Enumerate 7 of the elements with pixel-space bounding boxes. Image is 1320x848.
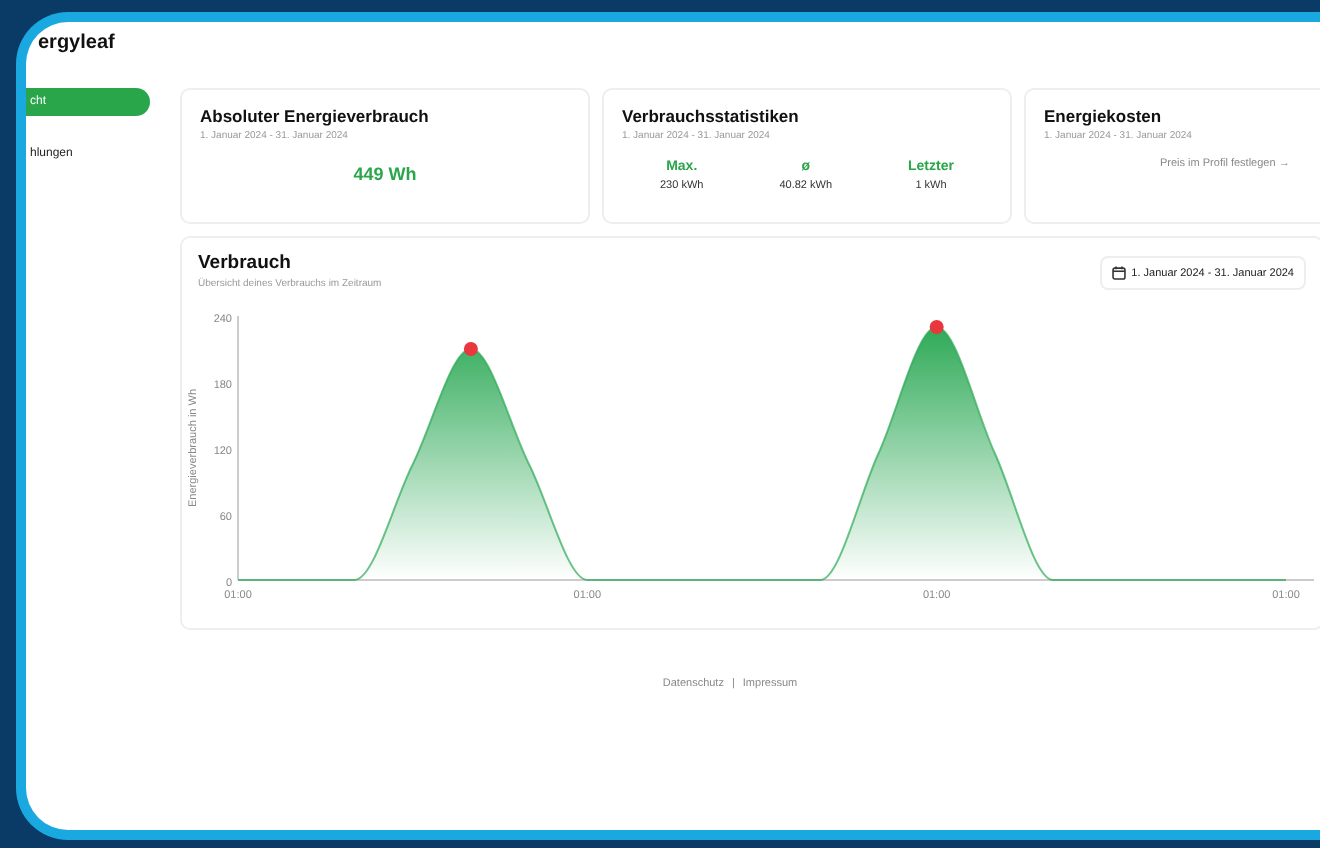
card-title: Absoluter Energieverbrauch [200, 106, 431, 126]
card-title: Verbrauchsstatistiken [622, 106, 801, 126]
card-title: Energiekosten [1044, 106, 1164, 126]
calendar-icon [1111, 266, 1126, 280]
chart-title: Verbrauch [198, 252, 293, 274]
app-title: ergyleaf [36, 30, 117, 58]
total-value: 449 Wh [351, 164, 419, 184]
